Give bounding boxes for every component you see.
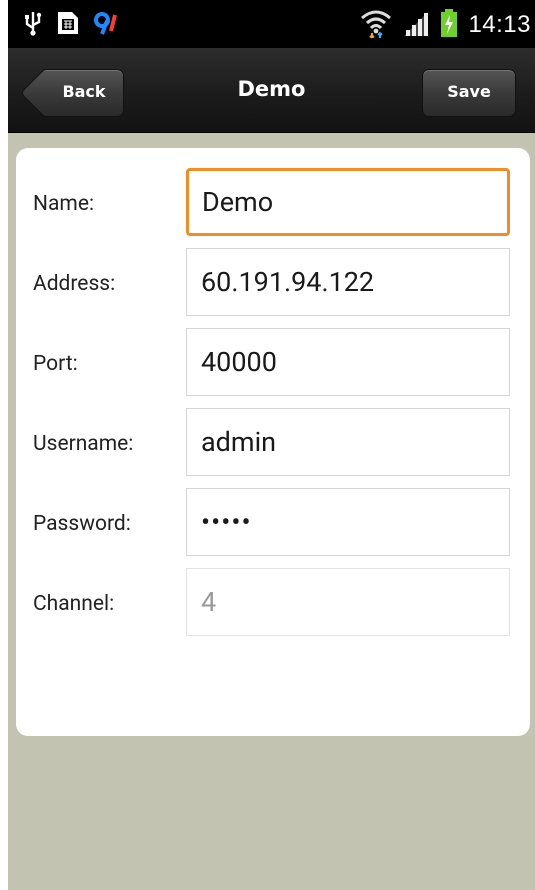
name-label: Name: <box>33 192 95 216</box>
status-left-icons <box>24 10 120 40</box>
port-field[interactable]: 40000 <box>186 328 510 396</box>
device-form: Name: Demo Address: 60.191.94.122 Port: … <box>16 148 530 736</box>
name-field[interactable]: Demo <box>186 168 510 236</box>
username-label: Username: <box>33 432 134 456</box>
form-row-channel: Channel: 4 <box>16 568 530 640</box>
save-button[interactable]: Save <box>422 69 516 117</box>
username-field[interactable]: admin <box>186 408 510 476</box>
port-label: Port: <box>33 352 78 376</box>
notification-icon <box>94 11 120 39</box>
form-row-address: Address: 60.191.94.122 <box>16 248 530 320</box>
status-bar: 14:13 <box>8 0 535 48</box>
form-row-username: Username: admin <box>16 408 530 480</box>
address-field[interactable]: 60.191.94.122 <box>186 248 510 316</box>
form-row-name: Name: Demo <box>16 168 530 240</box>
title-bar: Back Demo Save <box>8 48 535 133</box>
phone-screen: 14:13 Back Demo Save Name: Demo Address:… <box>8 0 535 890</box>
form-row-password: Password: ••••• <box>16 488 530 560</box>
status-right-icons: 14:13 <box>360 8 531 42</box>
channel-field[interactable]: 4 <box>186 568 510 636</box>
sim-card-icon <box>56 10 80 40</box>
status-clock: 14:13 <box>468 11 531 38</box>
signal-icon <box>402 8 430 42</box>
form-row-port: Port: 40000 <box>16 328 530 400</box>
save-button-label: Save <box>447 82 491 101</box>
password-label: Password: <box>33 512 131 536</box>
usb-icon <box>24 10 42 40</box>
password-field[interactable]: ••••• <box>186 488 510 556</box>
address-label: Address: <box>33 272 116 296</box>
battery-charging-icon <box>440 8 458 42</box>
wifi-icon <box>360 8 392 42</box>
channel-label: Channel: <box>33 592 115 616</box>
